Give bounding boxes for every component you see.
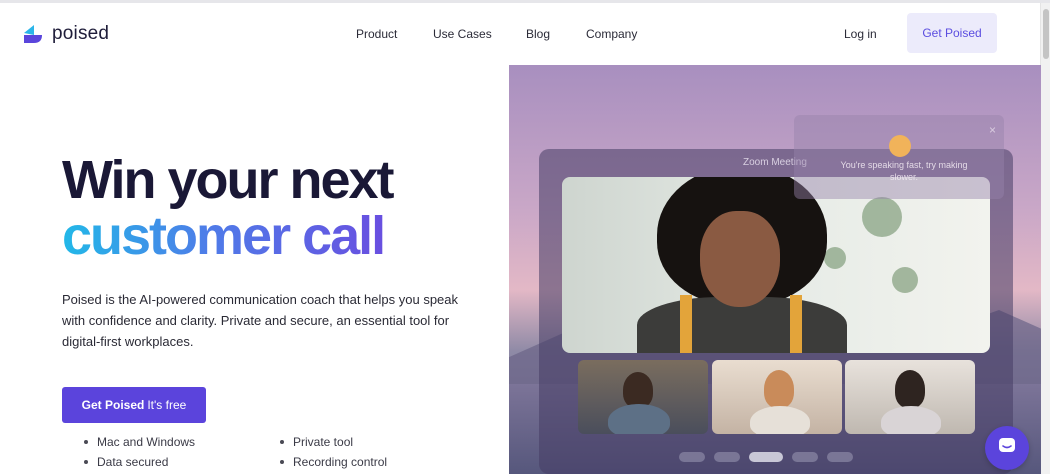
bullet-icon: [84, 440, 88, 444]
decor-plant: [824, 247, 846, 269]
logo[interactable]: poised: [22, 23, 109, 45]
cta-rest-label: It's free: [147, 398, 187, 412]
feature-label: Recording control: [293, 455, 388, 469]
participant-video-tile: [845, 360, 975, 434]
site-header: poised Product Use Cases Blog Company Lo…: [0, 3, 1040, 65]
get-poised-header-button[interactable]: Get Poised: [907, 13, 997, 53]
participant-video-tile: [712, 360, 842, 434]
participant-body: [750, 406, 810, 434]
feature-item: Data secured: [84, 452, 195, 472]
notification-text: You're speaking fast, try making slower.: [840, 160, 968, 182]
hero-title-line2: customer call: [62, 208, 393, 264]
carousel-indicators: [679, 452, 862, 462]
bullet-icon: [84, 460, 88, 464]
decor-plant: [862, 197, 902, 237]
feature-list-right: Private tool Recording control: [280, 432, 387, 472]
chat-launcher-button[interactable]: [985, 426, 1029, 470]
speaker-strap: [680, 295, 692, 353]
feature-label: Private tool: [293, 435, 354, 449]
carousel-dot[interactable]: [714, 452, 740, 462]
feature-item: Private tool: [280, 432, 387, 452]
nav-product[interactable]: Product: [356, 27, 397, 41]
speed-warning-icon: [889, 135, 911, 157]
hero-product-preview-image: Zoom Meeting You're speaking fast, try m…: [509, 65, 1041, 474]
brand-name: poised: [52, 23, 110, 44]
decor-plant: [892, 267, 918, 293]
participant-head: [623, 372, 653, 408]
cta-bold-label: Get Poised: [81, 398, 145, 412]
scrollbar[interactable]: [1040, 3, 1050, 474]
speaker-face: [700, 211, 780, 307]
participant-body: [881, 406, 941, 434]
bullet-icon: [280, 440, 284, 444]
speaker-strap: [790, 295, 802, 353]
participant-body: [608, 404, 670, 434]
participant-head: [764, 370, 794, 408]
feature-list-left: Mac and Windows Data secured: [84, 432, 195, 472]
carousel-dot[interactable]: [792, 452, 818, 462]
coaching-notification: You're speaking fast, try making slower.…: [794, 115, 1004, 199]
poised-logo-icon: [22, 23, 44, 45]
feature-label: Data secured: [97, 455, 169, 469]
carousel-dot-active[interactable]: [749, 452, 783, 462]
main-video-tile: [562, 177, 990, 353]
hero-title: Win your next customer call: [62, 150, 395, 264]
nav-blog[interactable]: Blog: [526, 27, 550, 41]
carousel-dot[interactable]: [679, 452, 705, 462]
feature-item: Recording control: [280, 452, 387, 472]
hero-description: Poised is the AI-powered communication c…: [62, 292, 459, 349]
chat-icon: [997, 436, 1017, 461]
login-link[interactable]: Log in: [844, 27, 877, 41]
nav-company[interactable]: Company: [586, 27, 637, 41]
nav-use-cases[interactable]: Use Cases: [433, 27, 492, 41]
carousel-dot[interactable]: [827, 452, 853, 462]
feature-item: Mac and Windows: [84, 432, 195, 452]
participant-head: [895, 370, 925, 408]
feature-label: Mac and Windows: [97, 435, 196, 449]
get-poised-cta-button[interactable]: Get Poised It's free: [62, 387, 206, 423]
hero-title-line1: Win your next: [62, 150, 395, 210]
participant-video-tile: [578, 360, 708, 434]
bullet-icon: [280, 460, 284, 464]
close-icon: ×: [988, 123, 996, 137]
scrollbar-thumb[interactable]: [1043, 9, 1049, 59]
